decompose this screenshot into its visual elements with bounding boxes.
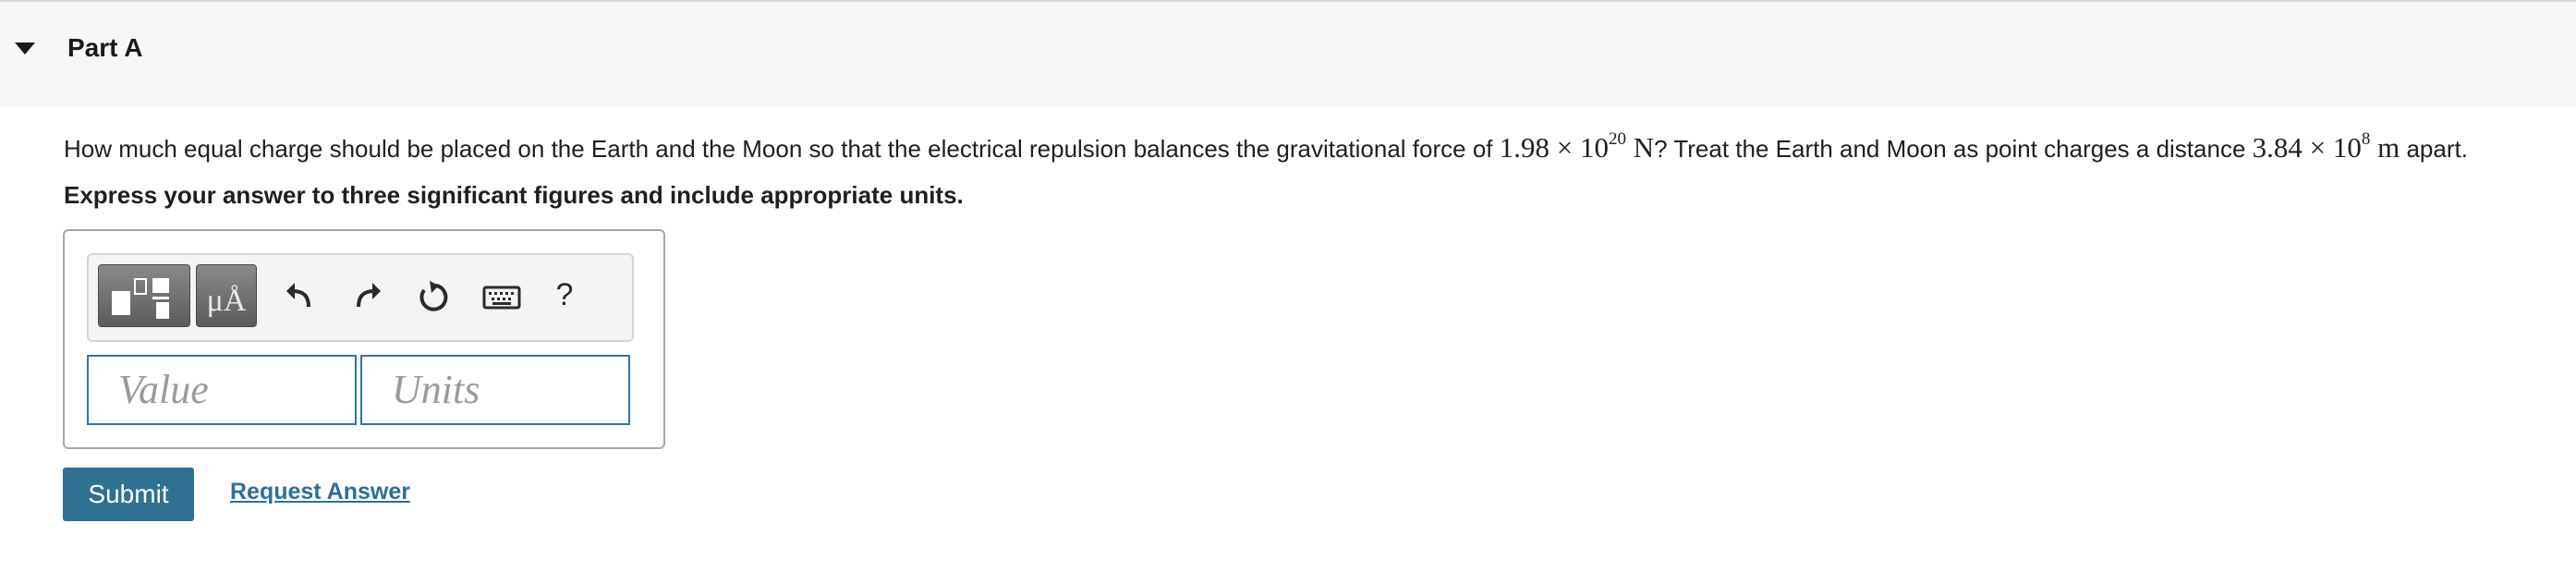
units-icon: μÅ (206, 284, 247, 318)
undo-icon[interactable] (281, 277, 320, 316)
templates-button[interactable] (98, 264, 190, 327)
value-placeholder: Value (118, 367, 209, 412)
answer-instruction: Express your answer to three significant… (64, 181, 964, 209)
part-title: Part A (67, 33, 143, 62)
times-sign: × (1556, 131, 1574, 164)
part-header[interactable]: Part A (0, 0, 2576, 107)
submit-button[interactable]: Submit (63, 468, 194, 521)
distance-unit: m (2377, 131, 2400, 164)
question-text-before: How much equal charge should be placed o… (64, 135, 1500, 163)
times-sign: × (2309, 131, 2327, 164)
question-text-after: apart. (2400, 135, 2468, 163)
distance-exponent: 8 (2361, 129, 2371, 149)
force-mantissa: 1.98 (1499, 131, 1549, 164)
collapse-caret-icon[interactable] (15, 43, 35, 55)
value-input[interactable]: Value (87, 355, 357, 425)
reset-icon[interactable] (414, 277, 453, 316)
question-text: How much equal charge should be placed o… (64, 129, 2468, 164)
units-input[interactable]: Units (360, 355, 630, 425)
redo-icon[interactable] (347, 277, 386, 316)
force-exponent: 20 (1608, 129, 1626, 149)
help-icon[interactable]: ? (551, 277, 578, 316)
force-unit: N (1633, 131, 1655, 164)
units-placeholder: Units (392, 367, 480, 412)
distance-mantissa: 3.84 (2252, 131, 2303, 164)
distance-base: 10 (2332, 131, 2362, 164)
request-answer-link[interactable]: Request Answer (230, 479, 410, 505)
answer-box: μÅ ? Value Units (63, 229, 665, 449)
units-button[interactable]: μÅ (196, 264, 257, 327)
force-base: 10 (1579, 131, 1609, 164)
keyboard-icon[interactable] (480, 277, 523, 316)
math-toolbar: μÅ ? (87, 253, 634, 342)
question-text-middle: ? Treat the Earth and Moon as point char… (1654, 135, 2253, 163)
